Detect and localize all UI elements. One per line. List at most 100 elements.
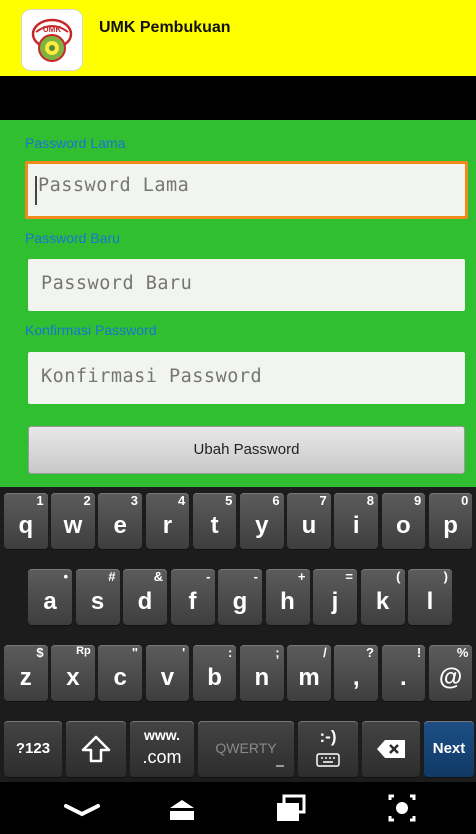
key-label: m xyxy=(298,664,320,691)
www-label: www. xyxy=(143,727,181,743)
key-secondary-label: 7 xyxy=(319,493,327,508)
text-cursor xyxy=(35,176,37,205)
key-s[interactable]: # s xyxy=(75,569,120,625)
key-a[interactable]: • a xyxy=(28,569,72,625)
key-r[interactable]: 4r xyxy=(145,493,190,549)
key-label: @ xyxy=(438,664,463,691)
key-j[interactable]: = j xyxy=(313,569,357,625)
www-com-key[interactable]: www. .com xyxy=(130,721,194,777)
key-secondary-label: - xyxy=(253,569,258,584)
key-w[interactable]: 2w xyxy=(51,493,95,549)
back-icon[interactable] xyxy=(52,790,112,826)
key-i[interactable]: 8i xyxy=(334,493,378,549)
key-secondary-label: & xyxy=(153,569,163,584)
screenshot-icon[interactable] xyxy=(372,790,432,826)
key-c[interactable]: " c xyxy=(98,645,142,701)
key-secondary-label: ( xyxy=(396,569,401,584)
confirm-password-label: Konfirmasi Password xyxy=(25,322,157,338)
emoticon-label: :-) xyxy=(319,727,337,746)
key-label: x xyxy=(66,664,80,691)
key-label: w xyxy=(63,512,83,539)
confirm-password-field[interactable]: Konfirmasi Password xyxy=(28,352,465,404)
symbols-key[interactable]: ?123 xyxy=(4,721,62,777)
key-label: c xyxy=(113,664,127,691)
key-k[interactable]: (k xyxy=(360,569,405,625)
key-f[interactable]: -f xyxy=(170,569,215,625)
key-label: k xyxy=(375,588,390,615)
qwerty-label: QWERTY xyxy=(215,740,277,756)
key-u[interactable]: 7u xyxy=(287,493,331,549)
key-v[interactable]: ' v xyxy=(145,645,190,701)
key-h[interactable]: + h xyxy=(265,569,310,625)
new-password-placeholder: Password Baru xyxy=(41,273,193,294)
key-o[interactable]: 9o xyxy=(381,493,426,549)
key-secondary-label: = xyxy=(345,569,353,584)
recents-icon[interactable] xyxy=(260,790,320,826)
keyboard-icon xyxy=(316,753,340,767)
key-label: e xyxy=(113,512,127,539)
change-password-button[interactable]: Ubah Password xyxy=(28,426,465,474)
key-secondary-label: 2 xyxy=(83,493,91,508)
key-label: g xyxy=(232,588,248,615)
navigation-bar xyxy=(0,782,476,834)
key-secondary-label: ? xyxy=(366,645,374,660)
key-y[interactable]: 6y xyxy=(240,493,284,549)
key-secondary-label: # xyxy=(108,569,116,584)
key-p[interactable]: 0p xyxy=(428,493,473,549)
app-logo-icon: UMK xyxy=(22,10,82,70)
key-sym-7[interactable]: ?, xyxy=(334,645,378,701)
emoticon-key[interactable]: :-) xyxy=(298,721,358,777)
key-l[interactable]: ) l xyxy=(408,569,452,625)
key-secondary-label: 8 xyxy=(366,493,374,508)
change-password-form: Password Lama Password Lama Password Bar… xyxy=(0,120,476,487)
shift-icon xyxy=(81,735,111,763)
key-b[interactable]: :b xyxy=(192,645,237,701)
home-icon[interactable] xyxy=(152,790,212,826)
space-key[interactable]: QWERTY xyxy=(198,721,294,777)
key-d[interactable]: & d xyxy=(123,569,167,625)
key-secondary-label: 3 xyxy=(130,493,138,508)
key-x[interactable]: Rp x xyxy=(51,645,95,701)
old-password-field[interactable]: Password Lama xyxy=(25,161,468,219)
backspace-key[interactable] xyxy=(362,721,420,777)
key-z[interactable]: $ z xyxy=(4,645,48,701)
key-g[interactable]: -g xyxy=(218,569,262,625)
key-n[interactable]: ; n xyxy=(240,645,284,701)
old-password-placeholder: Password Lama xyxy=(38,175,190,196)
key-label: j xyxy=(331,588,339,615)
header-spacer xyxy=(0,76,476,120)
key-label: p xyxy=(443,512,458,539)
key-sym-9[interactable]: % @ xyxy=(428,645,473,701)
next-key-label: Next xyxy=(432,740,466,757)
new-password-label: Password Baru xyxy=(25,230,120,246)
key-secondary-label: • xyxy=(63,569,68,584)
old-password-label: Password Lama xyxy=(25,135,126,151)
key-secondary-label: ' xyxy=(182,645,186,660)
app-title: UMK Pembukuan xyxy=(99,19,231,36)
key-secondary-label: 9 xyxy=(413,493,422,508)
key-label: h xyxy=(280,588,295,615)
key-sym-8[interactable]: !. xyxy=(381,645,426,701)
shift-key[interactable] xyxy=(66,721,126,777)
key-label: u xyxy=(301,512,317,539)
key-label: a xyxy=(43,588,57,615)
confirm-password-placeholder: Konfirmasi Password xyxy=(41,366,263,387)
key-label: r xyxy=(162,512,173,539)
key-secondary-label: 1 xyxy=(36,493,44,508)
key-secondary-label: ; xyxy=(275,645,280,660)
next-key[interactable]: Next xyxy=(424,721,474,777)
key-t[interactable]: 5t xyxy=(192,493,237,549)
symbols-key-label: ?123 xyxy=(15,740,51,757)
key-secondary-label: " xyxy=(131,645,138,660)
key-label: f xyxy=(188,588,197,615)
key-secondary-label: 0 xyxy=(461,493,469,508)
key-m[interactable]: / m xyxy=(287,645,331,701)
key-label: q xyxy=(18,512,34,539)
key-secondary-label: ) xyxy=(443,569,448,584)
space-indicator xyxy=(276,765,284,767)
new-password-field[interactable]: Password Baru xyxy=(28,259,465,311)
key-secondary-label: 6 xyxy=(272,493,280,508)
key-q[interactable]: 1q xyxy=(4,493,48,549)
key-e[interactable]: 3e xyxy=(98,493,142,549)
key-label: b xyxy=(207,664,222,691)
